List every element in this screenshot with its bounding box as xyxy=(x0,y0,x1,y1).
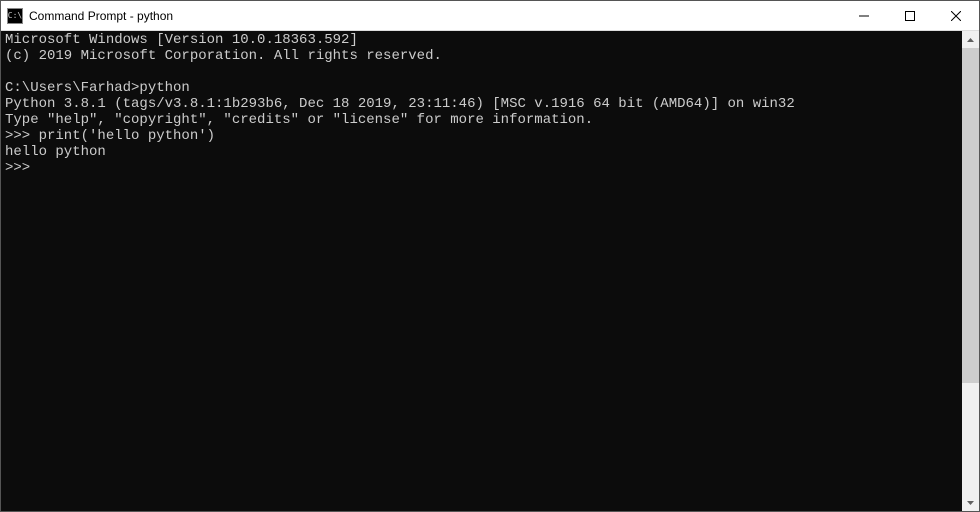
terminal-line xyxy=(5,64,958,80)
scroll-track[interactable] xyxy=(962,48,979,494)
terminal-line: (c) 2019 Microsoft Corporation. All righ… xyxy=(5,48,958,64)
terminal-line: Python 3.8.1 (tags/v3.8.1:1b293b6, Dec 1… xyxy=(5,96,958,112)
scroll-down-arrow[interactable] xyxy=(962,494,979,511)
scroll-thumb[interactable] xyxy=(962,48,979,383)
terminal-container: Microsoft Windows [Version 10.0.18363.59… xyxy=(1,31,979,511)
terminal-line: hello python xyxy=(5,144,958,160)
window-title: Command Prompt - python xyxy=(29,9,841,23)
vertical-scrollbar[interactable] xyxy=(962,31,979,511)
titlebar: C:\ Command Prompt - python xyxy=(1,1,979,31)
window-controls xyxy=(841,1,979,30)
terminal-output[interactable]: Microsoft Windows [Version 10.0.18363.59… xyxy=(1,31,962,511)
terminal-line: >>> print('hello python') xyxy=(5,128,958,144)
terminal-line: C:\Users\Farhad>python xyxy=(5,80,958,96)
close-button[interactable] xyxy=(933,1,979,30)
maximize-button[interactable] xyxy=(887,1,933,30)
minimize-button[interactable] xyxy=(841,1,887,30)
scroll-up-arrow[interactable] xyxy=(962,31,979,48)
terminal-line: Microsoft Windows [Version 10.0.18363.59… xyxy=(5,32,958,48)
terminal-line: Type "help", "copyright", "credits" or "… xyxy=(5,112,958,128)
cmd-icon: C:\ xyxy=(7,8,23,24)
terminal-line: >>> xyxy=(5,160,958,176)
